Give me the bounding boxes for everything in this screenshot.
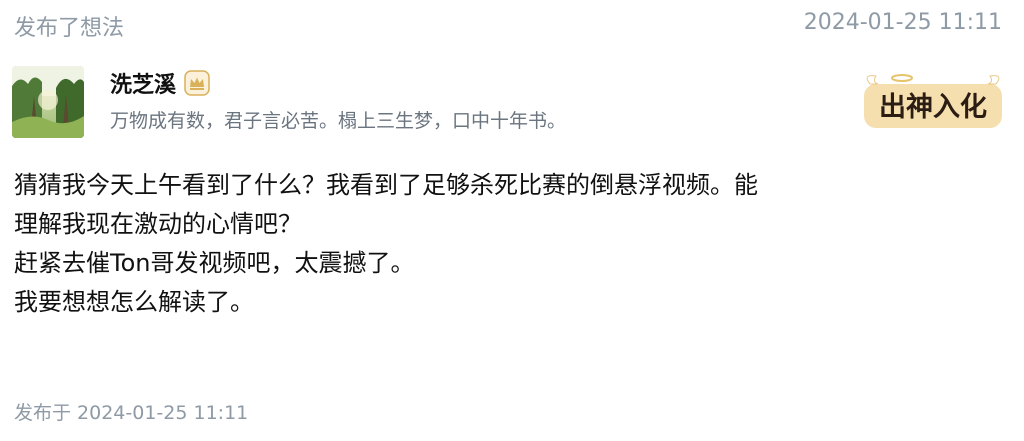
post-line: 理解我现在激动的心情吧？ (14, 210, 302, 238)
author-card: 洗芝溪 万物成有数，君子言必苦。榻上三生梦，口中十年书。 出神入化 (12, 66, 1012, 142)
avatar[interactable] (12, 66, 84, 138)
achievement-badge-text: 出神入化 (879, 92, 987, 123)
author-name[interactable]: 洗芝溪 (110, 67, 176, 99)
post-action-label: 发布了想法 (14, 16, 125, 41)
crown-icon[interactable] (184, 70, 210, 96)
post-line: 猜猜我今天上午看到了什么？我看到了足够杀死比赛的倒悬浮视频。能 (14, 171, 758, 199)
published-timestamp: 发布于 2024-01-25 11:11 (14, 402, 249, 424)
post-line: 我要想想怎么解读了。 (14, 288, 254, 316)
post-line: 赶紧去催Ton哥发视频吧，太震撼了。 (14, 249, 415, 277)
post-timestamp: 2024-01-25 11:11 (803, 10, 1002, 35)
post-header: 发布了想法 2024-01-25 11:11 (0, 0, 1024, 52)
author-name-row: 洗芝溪 (110, 66, 210, 100)
author-motto: 万物成有数，君子言必苦。榻上三生梦，口中十年书。 (110, 110, 567, 132)
post-content: 猜猜我今天上午看到了什么？我看到了足够杀死比赛的倒悬浮视频。能 理解我现在激动的… (14, 166, 1010, 322)
achievement-badge: 出神入化 (858, 70, 1008, 132)
